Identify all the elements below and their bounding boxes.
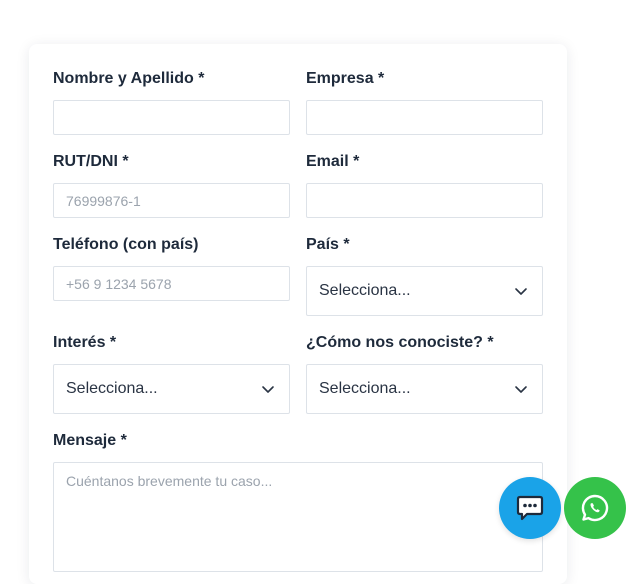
country-label: País * bbox=[306, 236, 350, 253]
country-select[interactable]: Selecciona... bbox=[306, 266, 543, 316]
email-field[interactable] bbox=[306, 183, 543, 218]
whatsapp-button[interactable] bbox=[564, 477, 626, 539]
rut-input[interactable] bbox=[54, 184, 289, 217]
source-label: ¿Cómo nos conociste? * bbox=[306, 334, 494, 351]
chevron-down-icon bbox=[515, 288, 527, 295]
phone-field[interactable] bbox=[53, 266, 290, 301]
name-field[interactable] bbox=[53, 100, 290, 135]
message-label: Mensaje * bbox=[53, 432, 127, 449]
message-field[interactable] bbox=[53, 462, 543, 572]
country-select-value: Selecciona... bbox=[319, 282, 411, 299]
whatsapp-icon bbox=[581, 494, 609, 522]
company-label: Empresa * bbox=[306, 70, 385, 87]
interest-select-value: Selecciona... bbox=[66, 380, 158, 397]
message-textarea[interactable] bbox=[54, 463, 542, 571]
interest-select[interactable]: Selecciona... bbox=[53, 364, 290, 414]
chevron-down-icon bbox=[515, 386, 527, 393]
source-select-value: Selecciona... bbox=[319, 380, 411, 397]
chat-button[interactable] bbox=[499, 477, 561, 539]
rut-label: RUT/DNI * bbox=[53, 153, 129, 170]
chevron-down-icon bbox=[262, 386, 274, 393]
email-input[interactable] bbox=[307, 184, 542, 217]
source-select[interactable]: Selecciona... bbox=[306, 364, 543, 414]
company-input[interactable] bbox=[307, 101, 542, 134]
rut-field[interactable] bbox=[53, 183, 290, 218]
phone-label: Teléfono (con país) bbox=[53, 236, 199, 253]
contact-form-card: Nombre y Apellido * Empresa * RUT/DNI * … bbox=[29, 44, 567, 584]
interest-label: Interés * bbox=[53, 334, 117, 351]
company-field[interactable] bbox=[306, 100, 543, 135]
chat-bubble-icon bbox=[516, 495, 544, 521]
name-label: Nombre y Apellido * bbox=[53, 70, 205, 87]
name-input[interactable] bbox=[54, 101, 289, 134]
email-label: Email * bbox=[306, 153, 360, 170]
phone-input[interactable] bbox=[54, 267, 289, 300]
